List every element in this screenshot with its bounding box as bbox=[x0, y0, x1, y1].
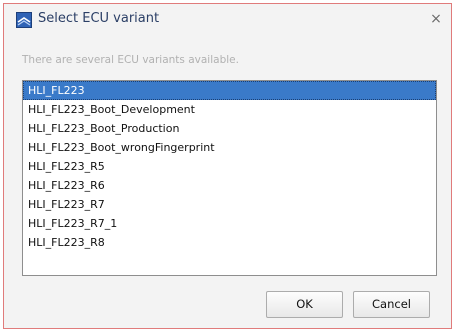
list-item[interactable]: HLI_FL223_R5 bbox=[23, 157, 436, 176]
ecu-app-icon bbox=[16, 12, 32, 28]
dialog-message: There are several ECU variants available… bbox=[22, 54, 239, 66]
list-item[interactable]: HLI_FL223_Boot_wrongFingerprint bbox=[23, 138, 436, 157]
list-item[interactable]: HLI_FL223_R8 bbox=[23, 233, 436, 252]
dialog-title: Select ECU variant bbox=[38, 11, 160, 26]
title-bar[interactable]: Select ECU variant × bbox=[4, 4, 451, 34]
close-icon[interactable]: × bbox=[427, 10, 445, 28]
list-item[interactable]: HLI_FL223 bbox=[23, 81, 436, 100]
list-item[interactable]: HLI_FL223_R6 bbox=[23, 176, 436, 195]
ecu-variant-list[interactable]: HLI_FL223 HLI_FL223_Boot_Development HLI… bbox=[22, 80, 437, 276]
list-item[interactable]: HLI_FL223_R7 bbox=[23, 195, 436, 214]
list-item[interactable]: HLI_FL223_Boot_Production bbox=[23, 119, 436, 138]
cancel-button[interactable]: Cancel bbox=[353, 291, 430, 318]
select-ecu-variant-dialog: Select ECU variant × There are several E… bbox=[3, 3, 452, 329]
list-item[interactable]: HLI_FL223_R7_1 bbox=[23, 214, 436, 233]
list-item[interactable]: HLI_FL223_Boot_Development bbox=[23, 100, 436, 119]
ok-button[interactable]: OK bbox=[266, 291, 343, 318]
button-bar: OK Cancel bbox=[4, 291, 451, 321]
